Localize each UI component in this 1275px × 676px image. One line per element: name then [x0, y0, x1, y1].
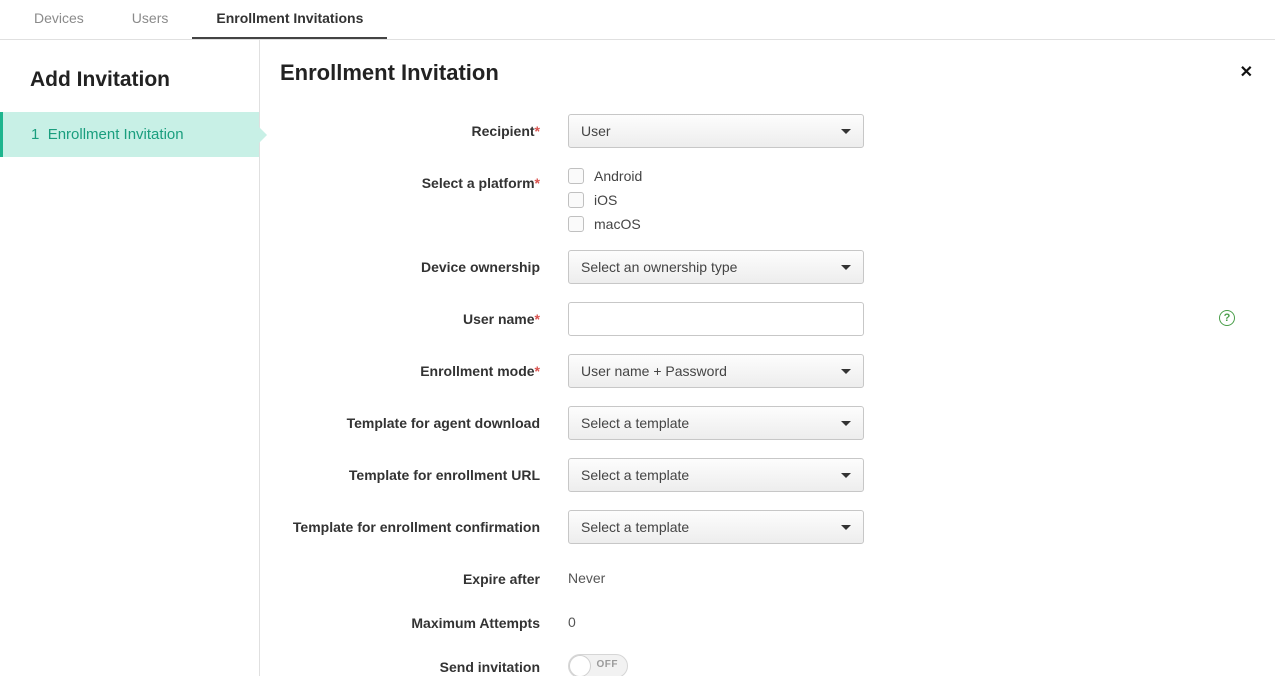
chevron-down-icon: [841, 129, 851, 134]
checkbox-ios-label: iOS: [594, 192, 617, 208]
label-max-attempts: Maximum Attempts: [280, 606, 540, 632]
label-expire: Expire after: [280, 562, 540, 588]
checkbox-android[interactable]: Android: [568, 168, 1191, 184]
select-tpl-agent-value: Select a template: [581, 415, 689, 431]
required-mark: *: [535, 363, 540, 379]
select-tpl-url[interactable]: Select a template: [568, 458, 864, 492]
wizard-sidebar: Add Invitation 1 Enrollment Invitation: [0, 40, 260, 676]
value-max-attempts: 0: [568, 606, 1191, 630]
toggle-state: OFF: [597, 659, 619, 670]
select-tpl-agent[interactable]: Select a template: [568, 406, 864, 440]
chevron-down-icon: [841, 369, 851, 374]
label-tpl-agent: Template for agent download: [280, 406, 540, 432]
select-tpl-confirm-value: Select a template: [581, 519, 689, 535]
checkbox-icon: [568, 168, 584, 184]
page-title: Enrollment Invitation: [280, 60, 499, 86]
chevron-down-icon: [841, 525, 851, 530]
value-expire: Never: [568, 562, 1191, 586]
select-enroll-mode[interactable]: User name + Password: [568, 354, 864, 388]
label-send-invitation: Send invitation: [280, 650, 540, 676]
select-enroll-mode-value: User name + Password: [581, 363, 727, 379]
select-ownership-value: Select an ownership type: [581, 259, 737, 275]
toggle-send-invitation[interactable]: OFF: [568, 654, 628, 676]
chevron-down-icon: [841, 473, 851, 478]
required-mark: *: [535, 311, 540, 327]
top-tabs: Devices Users Enrollment Invitations: [0, 0, 1275, 40]
enrollment-form: Recipient* User Select a platform* Andro…: [280, 114, 1259, 676]
select-recipient-value: User: [581, 123, 611, 139]
label-ownership: Device ownership: [280, 250, 540, 276]
select-ownership[interactable]: Select an ownership type: [568, 250, 864, 284]
checkbox-macos-label: macOS: [594, 216, 641, 232]
wizard-step-1[interactable]: 1 Enrollment Invitation: [0, 112, 259, 157]
select-tpl-confirm[interactable]: Select a template: [568, 510, 864, 544]
label-tpl-confirm: Template for enrollment confirmation: [280, 510, 540, 536]
wizard-step-label: Enrollment Invitation: [48, 126, 184, 143]
help-icon[interactable]: ?: [1219, 310, 1235, 326]
checkbox-android-label: Android: [594, 168, 642, 184]
content-area: Enrollment Invitation ✕ Recipient* User …: [260, 40, 1275, 676]
tab-enrollment-invitations[interactable]: Enrollment Invitations: [192, 0, 387, 39]
checkbox-macos[interactable]: macOS: [568, 216, 1191, 232]
checkbox-icon: [568, 216, 584, 232]
label-platform: Select a platform*: [280, 166, 540, 192]
select-recipient[interactable]: User: [568, 114, 864, 148]
label-enroll-mode: Enrollment mode*: [280, 354, 540, 380]
tab-devices[interactable]: Devices: [10, 0, 108, 39]
platform-group: Android iOS macOS: [568, 166, 1191, 232]
close-button[interactable]: ✕: [1234, 60, 1259, 84]
wizard-step-number: 1: [31, 126, 39, 143]
sidebar-title: Add Invitation: [0, 60, 259, 112]
chevron-down-icon: [841, 421, 851, 426]
required-mark: *: [535, 123, 540, 139]
label-tpl-url: Template for enrollment URL: [280, 458, 540, 484]
required-mark: *: [535, 175, 540, 191]
checkbox-ios[interactable]: iOS: [568, 192, 1191, 208]
label-username: User name*: [280, 302, 540, 328]
toggle-knob: [569, 655, 591, 676]
chevron-down-icon: [841, 265, 851, 270]
checkbox-icon: [568, 192, 584, 208]
label-recipient: Recipient*: [280, 114, 540, 140]
select-tpl-url-value: Select a template: [581, 467, 689, 483]
tab-users[interactable]: Users: [108, 0, 193, 39]
input-username[interactable]: [568, 302, 864, 336]
